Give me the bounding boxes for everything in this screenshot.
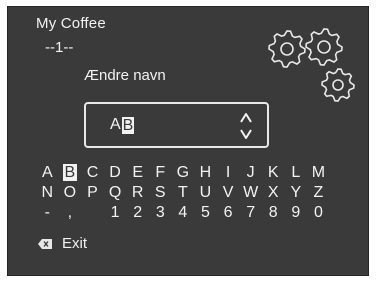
- key-a[interactable]: A: [36, 165, 59, 181]
- key-3[interactable]: 3: [149, 205, 172, 221]
- key-y[interactable]: Y: [285, 185, 308, 201]
- key-i[interactable]: I: [217, 165, 240, 181]
- key-dash[interactable]: -: [36, 205, 59, 221]
- key-label: ,: [67, 204, 73, 221]
- key-label: 5: [201, 204, 210, 221]
- key-label: Z: [313, 184, 324, 201]
- key-f[interactable]: F: [149, 165, 172, 181]
- coffee-machine-display: My Coffee --1-- Ændre navn AB ABCDEFGHIJ…: [7, 6, 369, 276]
- key-label: 0: [313, 204, 323, 221]
- key-label: E: [132, 164, 143, 181]
- key-9[interactable]: 9: [285, 205, 308, 221]
- text-cursor: B: [121, 116, 135, 134]
- key-d[interactable]: D: [104, 165, 127, 181]
- key-label: M: [311, 164, 326, 181]
- key-b[interactable]: B: [59, 164, 82, 181]
- keyboard-row-2: NOPQRSTUVWXYZ: [36, 183, 346, 203]
- name-value: AB: [110, 116, 135, 134]
- key-2[interactable]: 2: [126, 205, 149, 221]
- key-label: V: [222, 184, 234, 201]
- rename-prompt: Ændre navn: [84, 67, 166, 84]
- key-l[interactable]: L: [285, 165, 308, 181]
- key-label: A: [41, 164, 53, 181]
- key-0[interactable]: 0: [307, 205, 330, 221]
- character-keyboard: ABCDEFGHIJKLM NOPQRSTUVWXYZ -, 1234567890: [36, 163, 346, 223]
- key-z[interactable]: Z: [307, 185, 330, 201]
- key-label: J: [246, 164, 255, 181]
- key-label: U: [199, 184, 212, 201]
- key-5[interactable]: 5: [194, 205, 217, 221]
- key-e[interactable]: E: [126, 165, 149, 181]
- key-v[interactable]: V: [217, 185, 240, 201]
- key-label: X: [267, 184, 279, 201]
- key-8[interactable]: 8: [262, 205, 285, 221]
- backspace-icon: [38, 238, 52, 249]
- key-w[interactable]: W: [239, 185, 262, 201]
- key-p[interactable]: P: [81, 185, 104, 201]
- key-o[interactable]: O: [59, 185, 82, 201]
- exit-label: Exit: [62, 235, 88, 252]
- key-u[interactable]: U: [194, 185, 217, 201]
- page-title: My Coffee: [36, 15, 106, 32]
- key-label: H: [199, 164, 212, 181]
- key-label: D: [109, 164, 121, 181]
- key-label: P: [87, 184, 98, 201]
- key-label: Q: [108, 184, 122, 201]
- key-label: L: [291, 164, 301, 181]
- key-7[interactable]: 7: [239, 205, 262, 221]
- exit-button[interactable]: Exit: [38, 235, 87, 252]
- key-label: S: [154, 184, 166, 201]
- key-label: 6: [223, 204, 233, 221]
- key-label: -: [44, 204, 50, 221]
- key-6[interactable]: 6: [217, 205, 240, 221]
- key-label: N: [41, 184, 54, 201]
- key-label: 8: [268, 204, 278, 221]
- key-label: O: [63, 184, 77, 201]
- key-1[interactable]: 1: [104, 205, 127, 221]
- key-label: 3: [155, 204, 165, 221]
- keyboard-row-3: -, 1234567890: [36, 203, 346, 223]
- key-label: 1: [110, 204, 120, 221]
- key-label: 7: [246, 204, 256, 221]
- key-x[interactable]: X: [262, 185, 285, 201]
- key-m[interactable]: M: [307, 165, 330, 181]
- key-j[interactable]: J: [239, 165, 262, 181]
- key-label: 2: [133, 204, 143, 221]
- key-label: T: [177, 184, 188, 201]
- key-r[interactable]: R: [126, 185, 149, 201]
- key-k[interactable]: K: [262, 165, 285, 181]
- key-c[interactable]: C: [81, 165, 104, 181]
- key-g[interactable]: G: [172, 165, 195, 181]
- keyboard-row-1: ABCDEFGHIJKLM: [36, 163, 346, 183]
- gears-icon: [268, 28, 355, 102]
- key-label: Y: [290, 184, 302, 201]
- key-label: 4: [178, 204, 188, 221]
- key-label: G: [176, 164, 190, 181]
- key-comma[interactable]: ,: [59, 205, 82, 221]
- key-label: B: [62, 164, 78, 181]
- key-label: C: [86, 164, 99, 181]
- key-label: F: [155, 164, 166, 181]
- key-q[interactable]: Q: [104, 185, 127, 201]
- key-label: K: [267, 164, 279, 181]
- key-n[interactable]: N: [36, 185, 59, 201]
- name-input[interactable]: AB: [84, 102, 269, 148]
- key-label: R: [131, 184, 144, 201]
- key-label: 9: [291, 204, 301, 221]
- name-text: A: [110, 116, 121, 133]
- key-label: I: [225, 164, 231, 181]
- key-label: W: [243, 184, 259, 201]
- key-4[interactable]: 4: [172, 205, 195, 221]
- up-down-arrows-icon[interactable]: [239, 111, 253, 141]
- key-h[interactable]: H: [194, 165, 217, 181]
- key-t[interactable]: T: [172, 185, 195, 201]
- entry-index: --1--: [45, 39, 74, 56]
- key-s[interactable]: S: [149, 185, 172, 201]
